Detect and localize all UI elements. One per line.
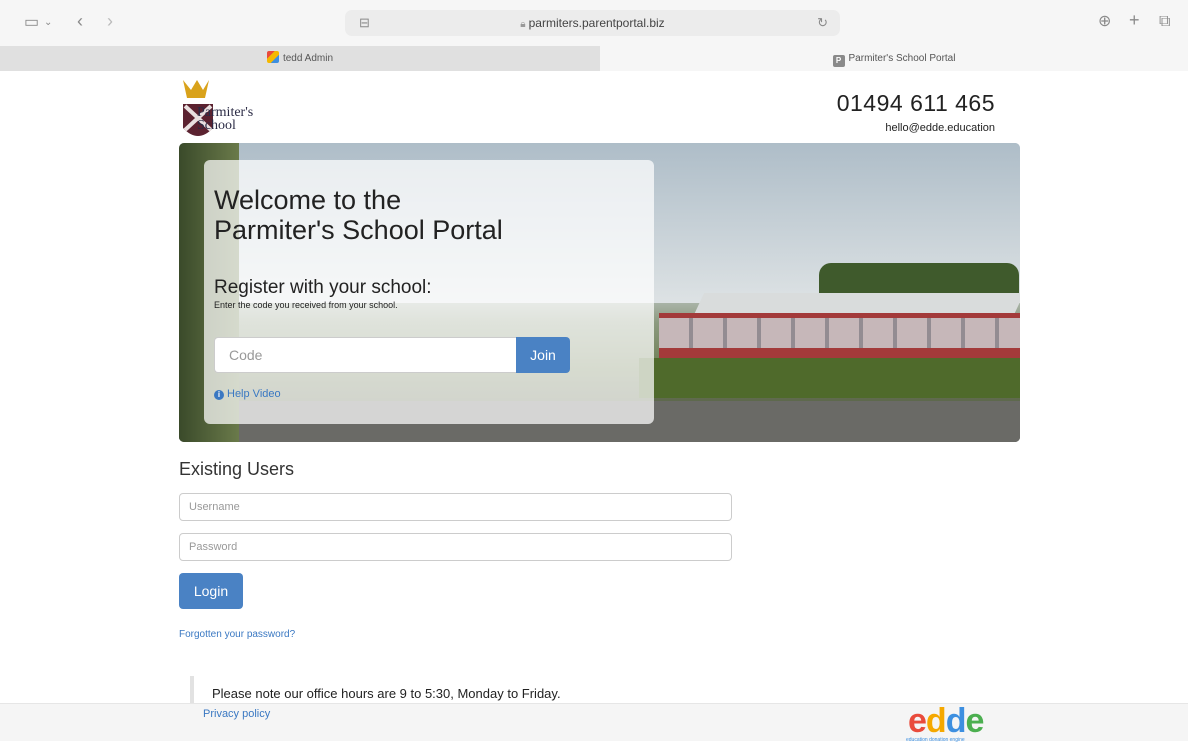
url-text: parmiters.parentportal.biz (528, 16, 665, 30)
tedd-favicon-icon (266, 51, 279, 63)
join-button[interactable]: Join (516, 337, 570, 373)
hero-hedge (639, 358, 1020, 398)
download-icon[interactable]: ⊕ (1098, 14, 1111, 30)
login-button[interactable]: Login (179, 573, 243, 609)
tab-parmiters-portal[interactable]: P Parmiter's School Portal (600, 46, 1188, 71)
hero-banner: Welcome to the Parmiter's School Portal … (179, 143, 1020, 442)
address-bar[interactable]: ⊟ 🔒︎ parmiters.parentportal.biz ↻ (345, 10, 840, 36)
office-hours-notice: Please note our office hours are 9 to 5:… (190, 676, 561, 704)
tab-bar: tedd Admin P Parmiter's School Portal (0, 46, 1188, 71)
school-code-input[interactable] (214, 337, 516, 373)
register-subtitle: Enter the code you received from your sc… (214, 300, 398, 310)
register-panel: Welcome to the Parmiter's School Portal … (204, 160, 654, 424)
footer: Privacy policy edde education donation e… (0, 702, 1188, 743)
new-tab-icon[interactable]: + (1129, 11, 1140, 29)
hero-windows (659, 318, 1020, 348)
contact-email[interactable]: hello@edde.education (885, 122, 995, 134)
tab-label: Parmiter's School Portal (848, 53, 956, 64)
password-field[interactable] (179, 533, 732, 561)
tab-label: tedd Admin (282, 53, 334, 64)
info-icon: i (214, 390, 224, 400)
hero-roof (693, 293, 1020, 315)
reload-icon[interactable]: ↻ (817, 15, 828, 31)
lock-icon: 🔒︎ (520, 19, 526, 30)
forward-icon[interactable]: › (107, 12, 113, 30)
register-title: Register with your school: (214, 277, 432, 298)
p-favicon-icon: P (832, 55, 845, 67)
edde-letter-4: e (965, 702, 984, 740)
edde-tagline: education donation engine (906, 737, 965, 743)
help-video-label: Help Video (227, 388, 281, 400)
tab-tedd-admin[interactable]: tedd Admin (0, 46, 600, 71)
school-logo[interactable]: Parmiter's School (179, 76, 289, 148)
logo-text-line2: School (197, 118, 236, 133)
edde-letter-1: e (908, 702, 927, 740)
chevron-down-icon[interactable]: ⌄ (44, 15, 52, 31)
edde-letter-3: d (945, 702, 967, 740)
tab-overview-icon[interactable]: ⧉ (1159, 14, 1170, 30)
browser-toolbar: ▭ ⌄ ‹ › ⊟ 🔒︎ parmiters.parentportal.biz ↻… (0, 0, 1188, 46)
forgot-password-link[interactable]: Forgotten your password? (179, 629, 295, 640)
privacy-policy-link[interactable]: Privacy policy (203, 708, 270, 720)
help-video-link[interactable]: i Help Video (214, 388, 281, 400)
sidebar-toggle-icon[interactable]: ▭ (24, 15, 39, 31)
edde-logo[interactable]: edde (908, 702, 984, 740)
existing-users-heading: Existing Users (179, 459, 295, 479)
edde-letter-2: d (925, 702, 947, 740)
welcome-title: Welcome to the Parmiter's School Portal (214, 185, 503, 245)
back-icon[interactable]: ‹ (77, 12, 83, 30)
phone-number: 01494 611 465 (836, 90, 995, 116)
username-field[interactable] (179, 493, 732, 521)
